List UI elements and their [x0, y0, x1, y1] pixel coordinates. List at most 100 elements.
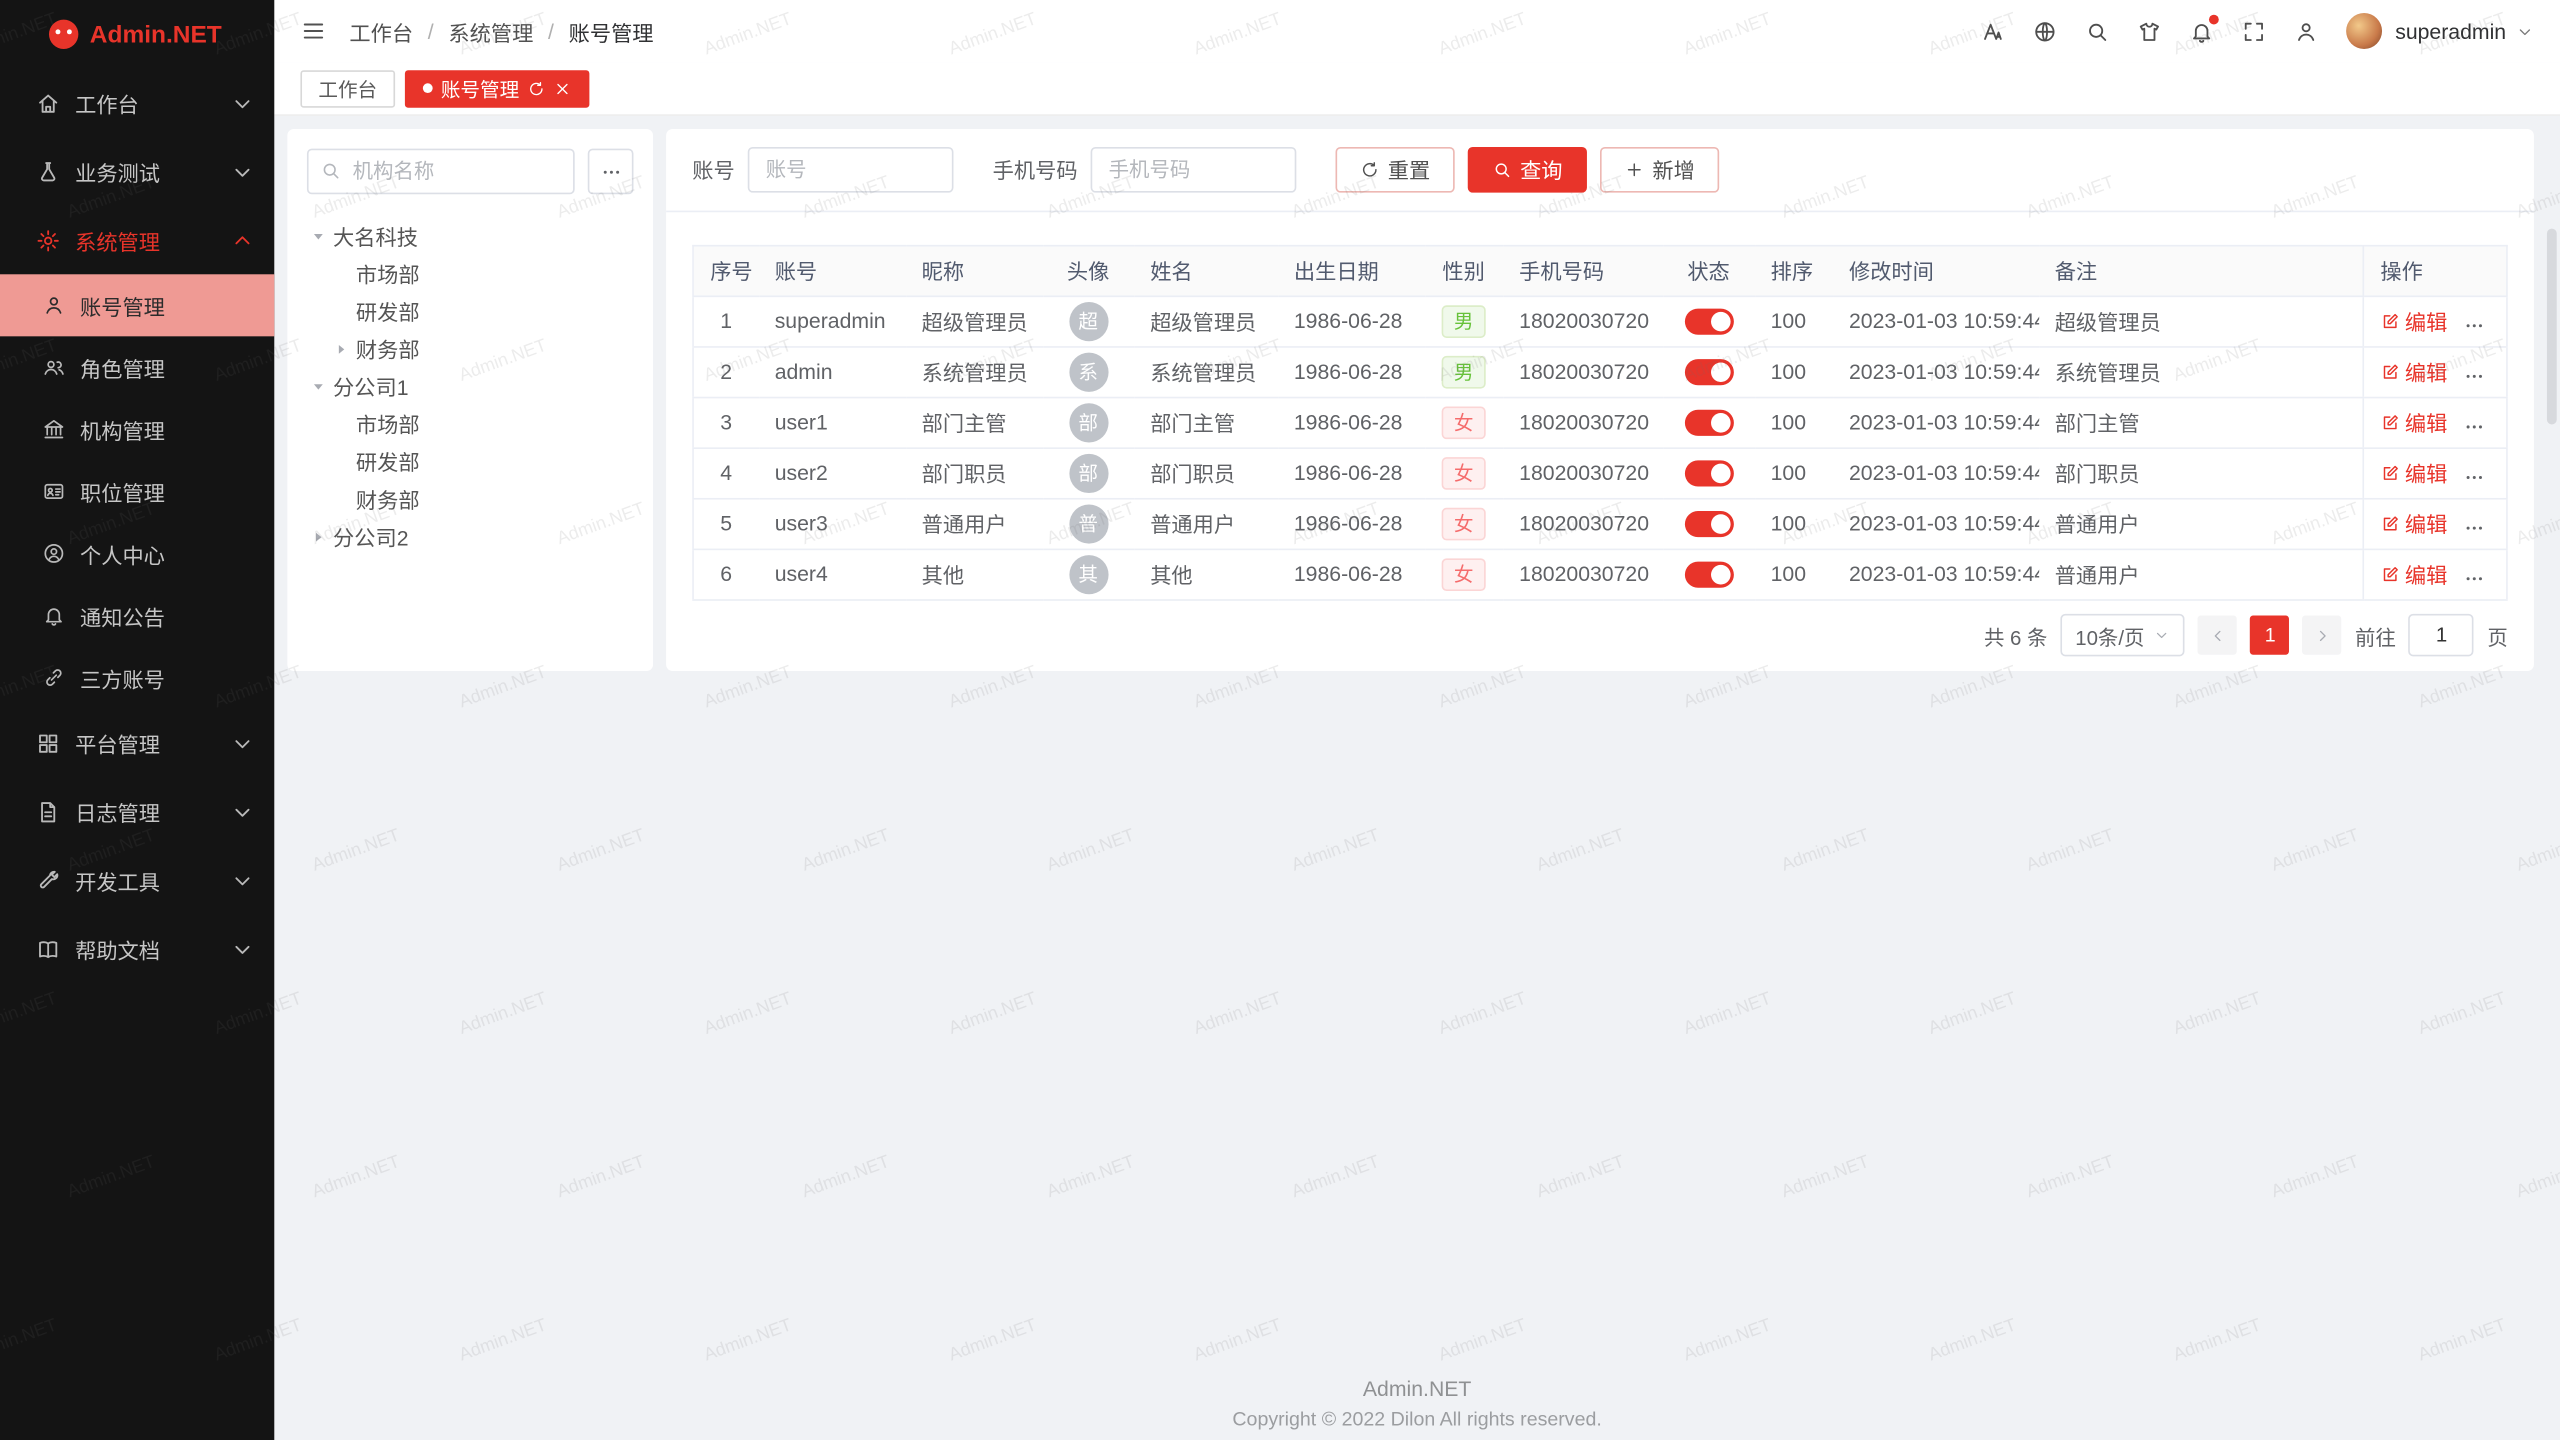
sidebar-menu: 工作台业务测试系统管理账号管理角色管理机构管理职位管理个人中心通知公告三方账号平…: [0, 69, 274, 983]
org-more-button[interactable]: [588, 149, 634, 195]
tree-node[interactable]: 市场部: [307, 405, 634, 443]
cell-name: 普通用户: [1134, 499, 1278, 550]
chevron-down-icon: [230, 731, 254, 755]
status-toggle[interactable]: [1684, 309, 1733, 335]
tree-caret[interactable]: [310, 528, 333, 544]
add-button[interactable]: 新增: [1600, 147, 1719, 193]
page-size-select[interactable]: 10条/页: [2061, 615, 2186, 657]
edit-button[interactable]: 编辑: [2380, 407, 2447, 438]
tree-node[interactable]: 财务部: [307, 480, 634, 518]
tab-1[interactable]: 账号管理: [405, 69, 590, 107]
row-more-button[interactable]: [2464, 518, 2485, 539]
edit-button[interactable]: 编辑: [2380, 458, 2447, 489]
toggle-knob: [1710, 565, 1730, 585]
sidebar-item-1[interactable]: 业务测试: [0, 137, 274, 206]
phone-filter-input[interactable]: [1091, 147, 1297, 193]
status-toggle[interactable]: [1684, 511, 1733, 537]
sidebar-item-label: 系统管理: [75, 224, 160, 255]
account-filter-input[interactable]: [748, 147, 954, 193]
sidebar-subitem-3[interactable]: 职位管理: [0, 460, 274, 522]
tree-caret[interactable]: [310, 228, 333, 244]
font-size-button[interactable]: [1981, 19, 2005, 43]
add-button-label: 新增: [1652, 154, 1694, 185]
tree-node[interactable]: 大名科技: [307, 217, 634, 255]
row-more-button[interactable]: [2464, 366, 2485, 387]
sidebar-item-5[interactable]: 开发工具: [0, 846, 274, 915]
breadcrumb-item-2[interactable]: 账号管理: [569, 16, 654, 47]
app-root: Admin.NET 工作台业务测试系统管理账号管理角色管理机构管理职位管理个人中…: [0, 0, 2560, 1440]
edit-button[interactable]: 编辑: [2380, 306, 2447, 337]
cell-order: 100: [1754, 347, 1832, 398]
row-more-button[interactable]: [2464, 416, 2485, 437]
watermark-text: Admin.NET: [2171, 1315, 2264, 1365]
user-avatar[interactable]: [2346, 13, 2382, 49]
tab-dot: [423, 83, 433, 93]
prev-page-button[interactable]: [2198, 616, 2237, 655]
tree-caret[interactable]: [310, 378, 333, 394]
sidebar-subitem-0[interactable]: 账号管理: [0, 274, 274, 336]
sidebar-subitem-2[interactable]: 机构管理: [0, 398, 274, 460]
status-toggle[interactable]: [1684, 410, 1733, 436]
user-menu-chevron[interactable]: [2516, 22, 2534, 40]
edit-button[interactable]: 编辑: [2380, 357, 2447, 388]
dots-icon: [2464, 366, 2485, 387]
cell-order: 100: [1754, 499, 1832, 550]
sidebar-item-3[interactable]: 平台管理: [0, 709, 274, 778]
tree-node[interactable]: 分公司2: [307, 518, 634, 556]
sidebar-subitem-5[interactable]: 通知公告: [0, 584, 274, 646]
row-avatar: 其: [1069, 555, 1108, 594]
status-toggle[interactable]: [1684, 562, 1733, 588]
reset-button[interactable]: 重置: [1336, 147, 1455, 193]
tab-0[interactable]: 工作台: [300, 69, 395, 107]
sidebar-item-0[interactable]: 工作台: [0, 69, 274, 138]
collapse-menu-button[interactable]: [300, 18, 326, 44]
profile-button[interactable]: [2294, 19, 2318, 43]
gender-badge: 女: [1442, 457, 1484, 490]
tree-node[interactable]: 财务部: [307, 330, 634, 368]
cell-account: user1: [758, 397, 905, 448]
cell-avatar: 部: [1042, 397, 1133, 448]
tree-caret[interactable]: [333, 340, 356, 356]
refresh-tab-button[interactable]: [527, 79, 545, 97]
org-search-input[interactable]: [307, 149, 575, 195]
sidebar-item-2[interactable]: 系统管理: [0, 206, 274, 275]
goto-page-input[interactable]: [2409, 615, 2474, 657]
tree-node[interactable]: 分公司1: [307, 367, 634, 405]
username[interactable]: superadmin: [2395, 19, 2506, 43]
fullscreen-button[interactable]: [2242, 19, 2266, 43]
sidebar-item-label: 日志管理: [75, 796, 160, 827]
page-1-button[interactable]: 1: [2251, 616, 2290, 655]
notification-button[interactable]: [2189, 19, 2213, 43]
sidebar-item-4[interactable]: 日志管理: [0, 777, 274, 846]
language-button[interactable]: [2033, 19, 2057, 43]
row-more-button[interactable]: [2464, 467, 2485, 488]
page-scrollbar[interactable]: [2547, 229, 2557, 425]
search-button[interactable]: 查询: [1468, 147, 1587, 193]
status-toggle[interactable]: [1684, 461, 1733, 487]
breadcrumb-separator: /: [548, 19, 554, 43]
close-tab-button[interactable]: [554, 79, 572, 97]
cell-account: admin: [758, 347, 905, 398]
next-page-button[interactable]: [2303, 616, 2342, 655]
sidebar-subitem-4[interactable]: 个人中心: [0, 522, 274, 584]
edit-button[interactable]: 编辑: [2380, 559, 2447, 590]
breadcrumb-item-1[interactable]: 系统管理: [448, 16, 533, 47]
sidebar-item-6[interactable]: 帮助文档: [0, 914, 274, 983]
edit-button[interactable]: 编辑: [2380, 508, 2447, 539]
status-toggle[interactable]: [1684, 360, 1733, 386]
search-button[interactable]: [2085, 19, 2109, 43]
watermark-text: Admin.NET: [946, 1315, 1039, 1365]
tree-node[interactable]: 研发部: [307, 442, 634, 480]
row-more-button[interactable]: [2464, 568, 2485, 589]
sidebar-subitem-6[interactable]: 三方账号: [0, 647, 274, 709]
tree-node[interactable]: 研发部: [307, 292, 634, 330]
row-more-button[interactable]: [2464, 315, 2485, 336]
logo[interactable]: Admin.NET: [0, 0, 274, 69]
breadcrumb-item-0[interactable]: 工作台: [349, 16, 413, 47]
chevron-down-icon: [230, 799, 254, 823]
edit-icon: [2380, 413, 2400, 433]
theme-button[interactable]: [2137, 19, 2161, 43]
cell-gender: 男: [1424, 296, 1502, 347]
tree-node[interactable]: 市场部: [307, 255, 634, 293]
sidebar-subitem-1[interactable]: 角色管理: [0, 336, 274, 398]
